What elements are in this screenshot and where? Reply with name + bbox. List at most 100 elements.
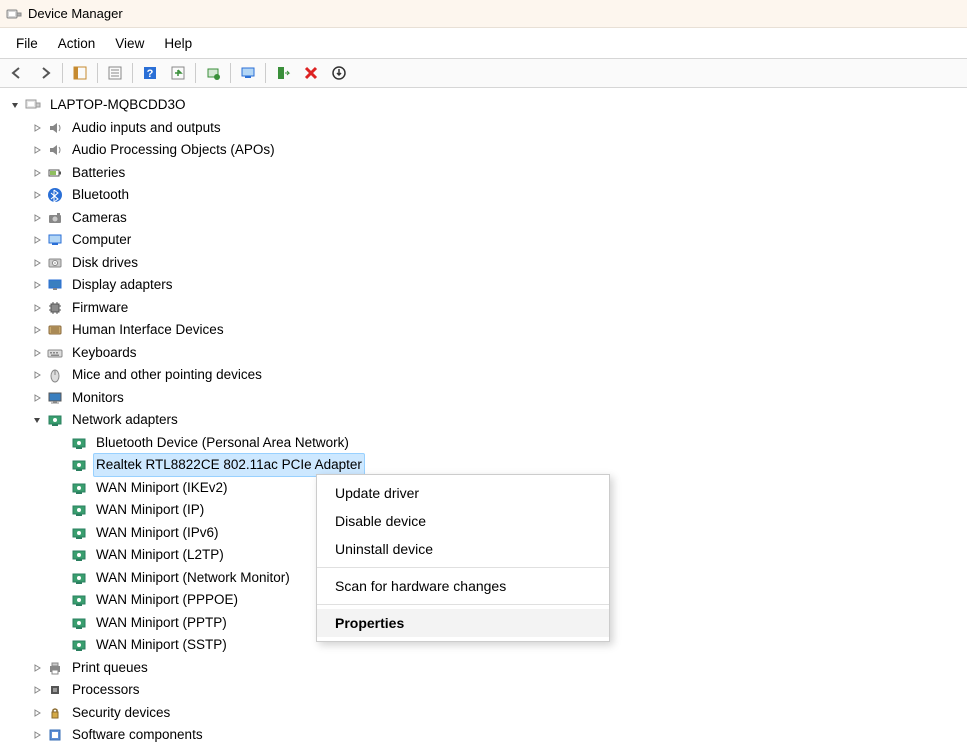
menu-file[interactable]: File xyxy=(6,32,48,55)
keyboard-icon xyxy=(46,345,64,361)
expander-icon[interactable] xyxy=(30,303,44,313)
context-menu-item[interactable]: Scan for hardware changes xyxy=(317,572,609,600)
speaker-icon xyxy=(46,142,64,158)
battery-icon xyxy=(46,165,64,181)
context-menu-separator xyxy=(317,604,609,605)
monitor-icon xyxy=(46,390,64,406)
mouse-icon xyxy=(46,367,64,383)
expander-icon[interactable] xyxy=(30,190,44,200)
menu-help[interactable]: Help xyxy=(154,32,202,55)
category-label[interactable]: Disk drives xyxy=(69,251,141,275)
computer-icon xyxy=(46,232,64,248)
category-label[interactable]: Software components xyxy=(69,723,206,747)
category-label[interactable]: Cameras xyxy=(69,206,130,230)
expander-icon[interactable] xyxy=(30,663,44,673)
root-node-label[interactable]: LAPTOP-MQBCDD3O xyxy=(47,93,189,117)
properties-button[interactable] xyxy=(102,61,128,85)
category-label[interactable]: Computer xyxy=(69,228,134,252)
device-label[interactable]: WAN Miniport (PPTP) xyxy=(93,611,230,635)
category-label[interactable]: Monitors xyxy=(69,386,127,410)
device-label[interactable]: WAN Miniport (IP) xyxy=(93,498,207,522)
context-menu-separator xyxy=(317,567,609,568)
category-label[interactable]: Audio Processing Objects (APOs) xyxy=(69,138,278,162)
action-button[interactable] xyxy=(165,61,191,85)
context-menu-item[interactable]: Properties xyxy=(317,609,609,637)
context-menu: Update driverDisable deviceUninstall dev… xyxy=(316,474,610,642)
menu-action[interactable]: Action xyxy=(48,32,106,55)
drive-icon xyxy=(46,255,64,271)
menubar: File Action View Help xyxy=(0,28,967,58)
scan-hardware-button[interactable] xyxy=(235,61,261,85)
network-icon xyxy=(70,457,88,473)
network-icon xyxy=(70,615,88,631)
network-icon xyxy=(70,525,88,541)
security-icon xyxy=(46,705,64,721)
toolbar: ? xyxy=(0,58,967,88)
expander-icon[interactable] xyxy=(30,415,44,425)
expander-icon[interactable] xyxy=(30,280,44,290)
toolbar-sep xyxy=(195,63,196,83)
forward-button[interactable] xyxy=(32,61,58,85)
disable-device-button[interactable] xyxy=(298,61,324,85)
category-label[interactable]: Audio inputs and outputs xyxy=(69,116,224,140)
category-label[interactable]: Display adapters xyxy=(69,273,176,297)
category-label[interactable]: Firmware xyxy=(69,296,131,320)
display-icon xyxy=(46,277,64,293)
toolbar-sep xyxy=(230,63,231,83)
device-label[interactable]: WAN Miniport (PPPOE) xyxy=(93,588,241,612)
toolbar-sep xyxy=(97,63,98,83)
enable-device-button[interactable] xyxy=(270,61,296,85)
toolbar-sep xyxy=(132,63,133,83)
update-driver-button[interactable] xyxy=(200,61,226,85)
device-label[interactable]: WAN Miniport (IKEv2) xyxy=(93,476,231,500)
category-label[interactable]: Mice and other pointing devices xyxy=(69,363,265,387)
network-icon xyxy=(46,412,64,428)
uninstall-device-button[interactable] xyxy=(326,61,352,85)
expander-icon[interactable] xyxy=(8,100,22,110)
category-label[interactable]: Security devices xyxy=(69,701,173,725)
expander-icon[interactable] xyxy=(30,685,44,695)
expander-icon[interactable] xyxy=(30,145,44,155)
category-label[interactable]: Bluetooth xyxy=(69,183,132,207)
category-label[interactable]: Batteries xyxy=(69,161,128,185)
expander-icon[interactable] xyxy=(30,168,44,178)
svg-text:?: ? xyxy=(147,68,154,80)
help-button[interactable]: ? xyxy=(137,61,163,85)
category-label[interactable]: Print queues xyxy=(69,656,151,680)
expander-icon[interactable] xyxy=(30,213,44,223)
expander-icon[interactable] xyxy=(30,370,44,380)
device-label[interactable]: WAN Miniport (L2TP) xyxy=(93,543,227,567)
expander-icon[interactable] xyxy=(30,730,44,740)
device-label[interactable]: Bluetooth Device (Personal Area Network) xyxy=(93,431,352,455)
expander-icon[interactable] xyxy=(30,325,44,335)
expander-icon[interactable] xyxy=(30,708,44,718)
device-label[interactable]: WAN Miniport (Network Monitor) xyxy=(93,566,293,590)
network-icon xyxy=(70,570,88,586)
hid-icon xyxy=(46,322,64,338)
category-label[interactable]: Human Interface Devices xyxy=(69,318,227,342)
expander-icon[interactable] xyxy=(30,348,44,358)
app-icon xyxy=(6,6,22,22)
titlebar: Device Manager xyxy=(0,0,967,28)
network-icon xyxy=(70,547,88,563)
toolbar-sep xyxy=(62,63,63,83)
device-label[interactable]: WAN Miniport (IPv6) xyxy=(93,521,222,545)
back-button[interactable] xyxy=(4,61,30,85)
context-menu-item[interactable]: Update driver xyxy=(317,479,609,507)
category-label[interactable]: Keyboards xyxy=(69,341,140,365)
device-label[interactable]: WAN Miniport (SSTP) xyxy=(93,633,230,657)
show-hide-console-button[interactable] xyxy=(67,61,93,85)
category-label[interactable]: Network adapters xyxy=(69,408,181,432)
device-tree[interactable]: LAPTOP-MQBCDD3O Audio inputs and outputs… xyxy=(0,88,967,748)
expander-icon[interactable] xyxy=(30,258,44,268)
expander-icon[interactable] xyxy=(30,123,44,133)
network-icon xyxy=(70,480,88,496)
context-menu-item[interactable]: Disable device xyxy=(317,507,609,535)
expander-icon[interactable] xyxy=(30,393,44,403)
network-icon xyxy=(70,592,88,608)
menu-view[interactable]: View xyxy=(105,32,154,55)
expander-icon[interactable] xyxy=(30,235,44,245)
context-menu-item[interactable]: Uninstall device xyxy=(317,535,609,563)
window-title: Device Manager xyxy=(28,6,123,21)
category-label[interactable]: Processors xyxy=(69,678,143,702)
